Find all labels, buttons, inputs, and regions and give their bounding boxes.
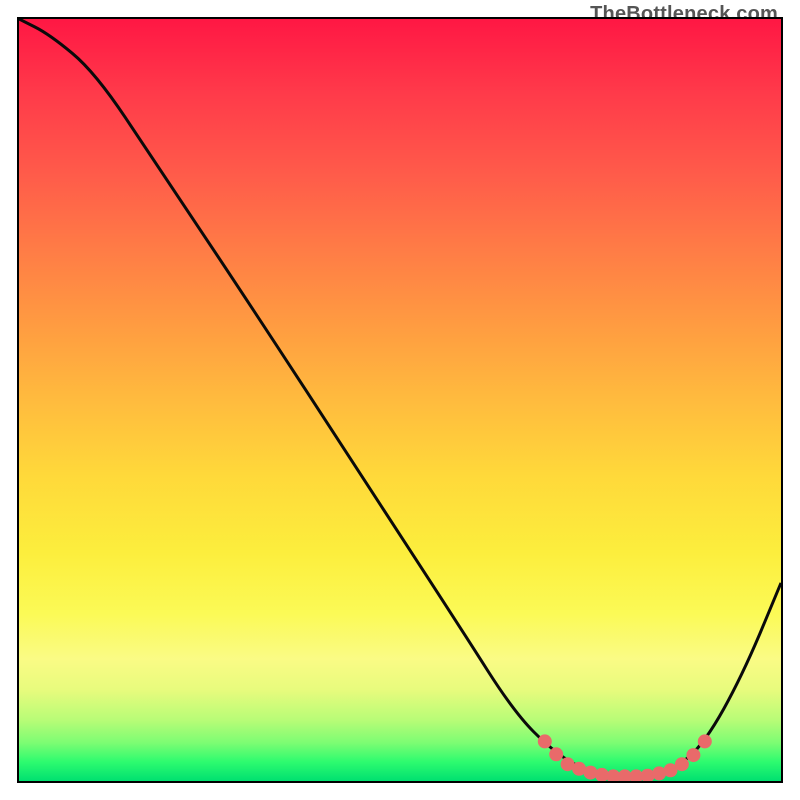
curve-marker: [686, 748, 700, 762]
curve-marker: [675, 757, 689, 771]
curve-marker: [549, 747, 563, 761]
chart-svg: [19, 19, 781, 781]
bottleneck-curve: [19, 19, 781, 776]
curve-marker: [698, 734, 712, 748]
chart-plot-area: [17, 17, 783, 783]
curve-marker: [538, 734, 552, 748]
